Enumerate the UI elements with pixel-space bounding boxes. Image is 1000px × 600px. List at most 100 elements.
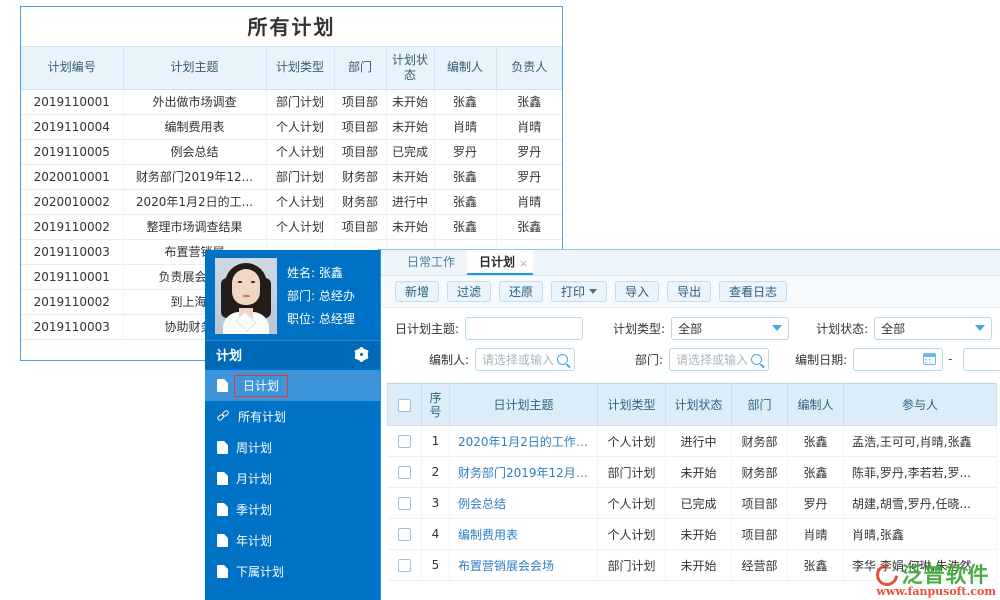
author-input[interactable]: 请选择或输入 (475, 348, 575, 371)
table-row[interactable]: 2019110004编制费用表个人计划项目部未开始肖晴肖晴 (21, 114, 562, 139)
table-cell: 2020010001 (21, 164, 123, 189)
checkbox-icon[interactable] (398, 399, 411, 412)
toolbar-button-还原[interactable]: 还原 (499, 281, 543, 302)
main-content-panel: 日常工作日计划× 新增过滤 还原 打印导入导出查看日志 日计划主题: 计划类型: 全… (378, 249, 1000, 600)
filter-row-2: 编制人: 请选择或输入 部门: 请选择或输入 编制日期: (381, 346, 1000, 372)
select-all-checkbox[interactable] (388, 384, 422, 426)
sidebar-item-下属计划[interactable]: 下属计划 (205, 556, 380, 587)
table-row[interactable]: 2019110002整理市场调查结果个人计划项目部未开始张鑫张鑫 (21, 214, 562, 239)
row-checkbox-cell[interactable] (388, 519, 422, 550)
search-icon[interactable] (751, 354, 762, 365)
table-row[interactable]: 12020年1月2日的工作日...个人计划进行中财务部张鑫孟浩,王可可,肖晴,张… (388, 426, 997, 457)
chevron-down-icon (772, 325, 782, 331)
toolbar-button-导出[interactable]: 导出 (667, 281, 711, 302)
row-checkbox-cell[interactable] (388, 550, 422, 581)
search-icon[interactable] (557, 354, 568, 365)
tab-bar: 日常工作日计划× (381, 250, 1000, 276)
table-row[interactable]: 2财务部门2019年12月的...部门计划未开始财务部张鑫陈菲,罗丹,李若若,罗… (388, 457, 997, 488)
row-subject-link[interactable]: 2020年1月2日的工作日... (450, 426, 598, 457)
checkbox-icon[interactable] (398, 528, 411, 541)
row-department: 经营部 (732, 550, 788, 581)
table-row[interactable]: 20200100022020年1月2日的工...个人计划财务部进行中张鑫肖晴 (21, 189, 562, 214)
table-cell: 2019110001 (21, 89, 123, 114)
row-plan-type: 部门计划 (598, 457, 666, 488)
row-index: 4 (422, 519, 450, 550)
grid-header-row: 序号日计划主题计划类型计划状态部门编制人参与人 (388, 384, 997, 426)
checkbox-icon[interactable] (398, 497, 411, 510)
row-checkbox-cell[interactable] (388, 457, 422, 488)
calendar-icon[interactable] (923, 353, 936, 365)
table-row[interactable]: 2019110005例会总结个人计划项目部已完成罗丹罗丹 (21, 139, 562, 164)
row-checkbox-cell[interactable] (388, 426, 422, 457)
sidebar-item-月计划[interactable]: 月计划 (205, 463, 380, 494)
user-title: 职位: 总经理 (287, 308, 355, 331)
user-card: 姓名: 张鑫 部门: 总经办 职位: 总经理 (205, 250, 380, 340)
chevron-down-icon (589, 289, 597, 294)
row-participants: 陈菲,罗丹,李若若,罗... (844, 457, 997, 488)
table-cell: 已完成 (386, 139, 434, 164)
grid-column-header: 部门 (732, 384, 788, 426)
row-author: 张鑫 (788, 426, 844, 457)
row-subject-link[interactable]: 例会总结 (450, 488, 598, 519)
screen-root: 所有计划 计划编号计划主题计划类型部门计划状态编制人负责人 2019110001… (0, 0, 1000, 600)
table-cell: 进行中 (386, 189, 434, 214)
document-icon (217, 534, 228, 547)
table-row[interactable]: 2020010001财务部门2019年12...部门计划财务部未开始张鑫罗丹 (21, 164, 562, 189)
table-row[interactable]: 4编制费用表个人计划未开始项目部肖晴肖晴,张鑫 (388, 519, 997, 550)
row-subject-link[interactable]: 财务部门2019年12月的... (450, 457, 598, 488)
all-plans-title: 所有计划 (21, 7, 562, 47)
grid-column-header: 计划状态 (666, 384, 732, 426)
tab-日计划[interactable]: 日计划× (467, 250, 533, 275)
toolbar-button-过滤[interactable]: 过滤 (447, 281, 491, 302)
user-info: 姓名: 张鑫 部门: 总经办 职位: 总经理 (287, 258, 355, 331)
dept-input[interactable]: 请选择或输入 (669, 348, 769, 371)
sidebar-item-年计划[interactable]: 年计划 (205, 525, 380, 556)
table-cell: 编制费用表 (123, 114, 266, 139)
user-department: 部门: 总经办 (287, 285, 355, 308)
toolbar-button-查看日志[interactable]: 查看日志 (719, 281, 787, 302)
row-plan-status: 进行中 (666, 426, 732, 457)
tab-日常工作[interactable]: 日常工作 (395, 250, 467, 275)
subject-input[interactable] (465, 317, 583, 340)
row-subject-link[interactable]: 编制费用表 (450, 519, 598, 550)
filter-row-1: 日计划主题: 计划类型: 全部 计划状态: 全部 (381, 315, 1000, 341)
toolbar-button-打印[interactable]: 打印 (551, 281, 607, 302)
checkbox-icon[interactable] (398, 466, 411, 479)
document-icon (217, 565, 228, 578)
row-subject-link[interactable]: 布置营销展会会场 (450, 550, 598, 581)
author-label: 编制人: (429, 351, 469, 368)
table-cell: 财务部 (334, 189, 386, 214)
row-index: 1 (422, 426, 450, 457)
table-row[interactable]: 5布置营销展会会场部门计划未开始经营部张鑫李华,李娟,何琳,朱浩然 (388, 550, 997, 581)
toolbar-button-导入[interactable]: 导入 (615, 281, 659, 302)
sidebar-item-所有计划[interactable]: 所有计划 (205, 401, 380, 432)
filter-plan-status: 计划状态: 全部 (816, 317, 992, 340)
sidebar-item-季计划[interactable]: 季计划 (205, 494, 380, 525)
gear-icon[interactable] (355, 348, 368, 361)
checkbox-icon[interactable] (398, 559, 411, 572)
row-plan-status: 未开始 (666, 457, 732, 488)
table-cell: 个人计划 (266, 189, 334, 214)
table-row[interactable]: 2019110001外出做市场调查部门计划项目部未开始张鑫张鑫 (21, 89, 562, 114)
sidebar-item-周计划[interactable]: 周计划 (205, 432, 380, 463)
sidebar-item-日计划[interactable]: 日计划 (205, 370, 380, 401)
table-cell: 2020010002 (21, 189, 123, 214)
table-cell: 部门计划 (266, 89, 334, 114)
plan-status-select[interactable]: 全部 (874, 317, 992, 340)
close-icon[interactable]: × (519, 251, 528, 276)
date-from-input[interactable] (853, 348, 943, 371)
toolbar: 新增过滤 还原 打印导入导出查看日志 (381, 276, 1000, 308)
checkbox-icon[interactable] (398, 435, 411, 448)
date-to-input[interactable] (963, 348, 1000, 371)
plan-type-select[interactable]: 全部 (671, 317, 789, 340)
toolbar-button-新增[interactable]: 新增 (395, 281, 439, 302)
toolbar-button-label: 还原 (509, 283, 533, 300)
filter-area: 日计划主题: 计划类型: 全部 计划状态: 全部 (381, 308, 1000, 383)
data-grid-wrapper: 序号日计划主题计划类型计划状态部门编制人参与人 12020年1月2日的工作日..… (381, 383, 1000, 581)
table-cell: 2019110003 (21, 314, 123, 339)
table-cell: 未开始 (386, 89, 434, 114)
row-author: 肖晴 (788, 519, 844, 550)
table-row[interactable]: 3例会总结个人计划已完成项目部罗丹胡建,胡雪,罗丹,任晓... (388, 488, 997, 519)
row-plan-status: 已完成 (666, 488, 732, 519)
row-checkbox-cell[interactable] (388, 488, 422, 519)
